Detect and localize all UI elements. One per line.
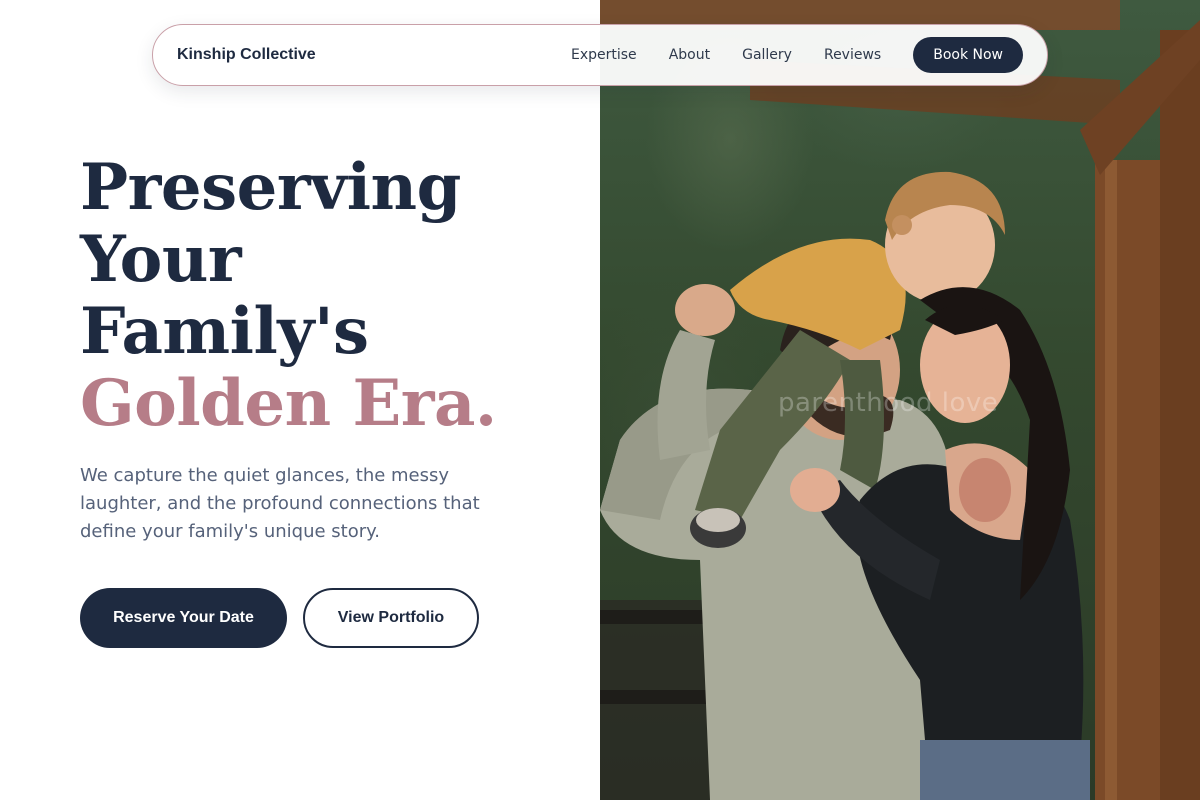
top-navbar: Kinship Collective Expertise About Galle… bbox=[152, 24, 1048, 86]
hero-family-photo: parenthood love bbox=[600, 0, 1200, 800]
headline-line-1: Preserving bbox=[80, 150, 461, 225]
nav-link-expertise[interactable]: Expertise bbox=[571, 47, 637, 63]
image-watermark: parenthood love bbox=[778, 388, 999, 418]
nav-link-about[interactable]: About bbox=[669, 47, 710, 63]
headline-accent: Golden Era. bbox=[80, 366, 497, 441]
headline-line-3: Family's bbox=[80, 294, 369, 369]
nav-links: Expertise About Gallery Reviews Book Now bbox=[571, 37, 1023, 73]
hero-subtext: We capture the quiet glances, the messy … bbox=[80, 465, 480, 542]
headline-line-2: Your bbox=[80, 222, 242, 297]
view-portfolio-button[interactable]: View Portfolio bbox=[303, 588, 479, 648]
brand-logo[interactable]: Kinship Collective bbox=[177, 46, 316, 64]
nav-link-reviews[interactable]: Reviews bbox=[824, 47, 881, 63]
reserve-date-button[interactable]: Reserve Your Date bbox=[80, 588, 287, 648]
book-now-button[interactable]: Book Now bbox=[913, 37, 1023, 73]
nav-link-gallery[interactable]: Gallery bbox=[742, 47, 792, 63]
hero-headline: Preserving Your Family's Golden Era. bbox=[80, 152, 580, 440]
